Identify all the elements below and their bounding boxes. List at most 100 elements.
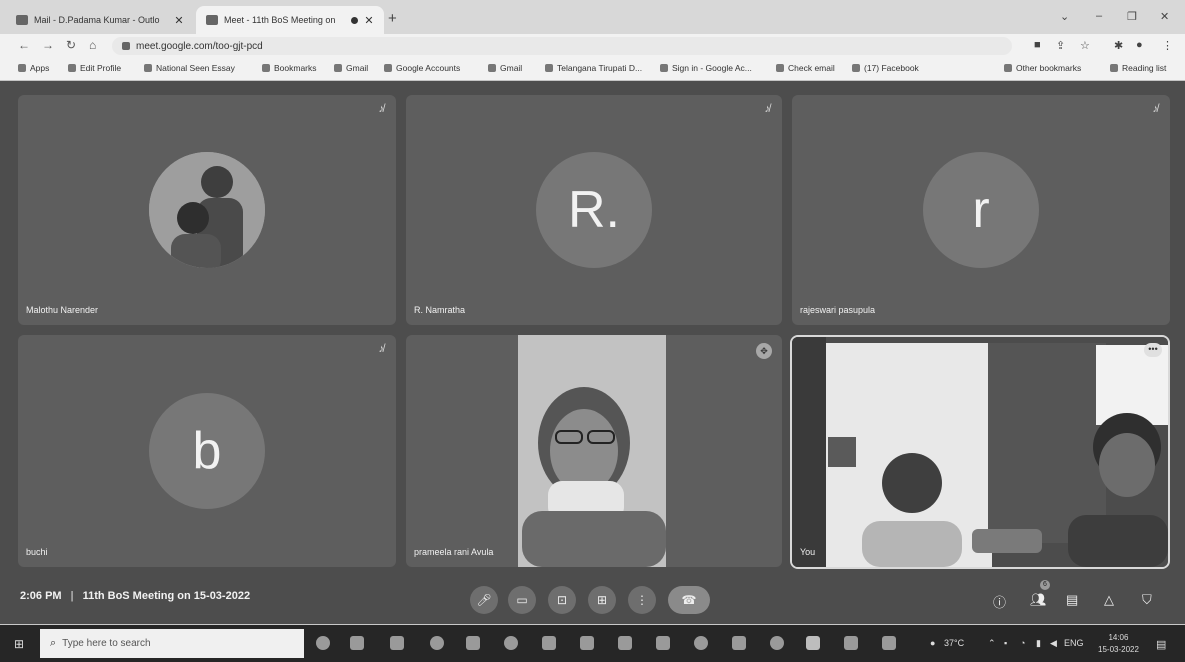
taskbar-app-icon[interactable]	[732, 636, 746, 650]
home-button[interactable]: ⌂	[89, 38, 96, 52]
chrome-icon[interactable]	[430, 636, 444, 650]
notifications-icon[interactable]: ▤	[1156, 638, 1166, 651]
star-icon	[262, 64, 270, 72]
camera-button[interactable]: ▭	[508, 586, 536, 614]
meet-icon	[206, 15, 218, 25]
gmail-icon	[488, 64, 496, 72]
tray-chevron-icon[interactable]: ⌃	[988, 638, 996, 649]
windows-start-icon[interactable]: ⊞	[14, 637, 24, 651]
clock-time: 14:06	[1108, 633, 1129, 642]
reload-button[interactable]: ↻	[66, 38, 76, 52]
language-indicator[interactable]: ENG	[1064, 638, 1084, 648]
browser-menu-icon[interactable]: ⋮	[1162, 39, 1173, 52]
cortana-icon[interactable]	[316, 636, 330, 650]
more-options-button[interactable]: ⋮	[628, 586, 656, 614]
weather-icon[interactable]: ●	[930, 638, 935, 648]
file-explorer-icon[interactable]	[580, 636, 594, 650]
activities-icon[interactable]: △	[1104, 592, 1114, 608]
share-icon[interactable]: ⇪	[1056, 39, 1065, 52]
volume-icon[interactable]: ◀	[1050, 638, 1057, 649]
active-app-icon[interactable]	[806, 636, 820, 650]
extensions-icon[interactable]: ✱	[1114, 39, 1123, 52]
mic-off-icon: ♪̸	[764, 103, 771, 115]
present-screen-button[interactable]: ⊞	[588, 586, 616, 614]
camera-in-use-icon[interactable]: ■	[1034, 39, 1041, 51]
leave-call-button[interactable]: ☎︎	[668, 586, 710, 614]
bookmark-item[interactable]: (17) Facebook	[852, 63, 919, 73]
tab-close-icon[interactable]: ✕	[362, 14, 376, 27]
people-count-badge: 6	[1040, 580, 1050, 590]
pin-icon[interactable]: ✥	[756, 343, 772, 359]
captions-button[interactable]: ⊡	[548, 586, 576, 614]
tray-app-icon[interactable]: ▪	[1004, 638, 1007, 648]
word-icon[interactable]	[882, 636, 896, 650]
meeting-separator: |	[70, 590, 74, 602]
browser-tab-strip: Mail - D.Padama Kumar - Outlo ✕ Meet - 1…	[0, 0, 1185, 34]
participant-tile[interactable]: r ♪̸ rajeswari pasupula	[792, 95, 1170, 325]
bookmark-item[interactable]: Gmail	[488, 63, 522, 73]
close-window-button[interactable]: ✕	[1160, 10, 1169, 23]
self-view-tile[interactable]: ••• You	[790, 335, 1170, 569]
address-bar[interactable]: meet.google.com/too-gjt-pcd	[112, 37, 1012, 55]
search-icon: ⌕	[50, 637, 57, 649]
new-tab-button[interactable]: +	[388, 10, 397, 27]
chat-icon[interactable]: ▤	[1066, 592, 1078, 608]
bookmark-favicon-icon	[68, 64, 76, 72]
bookmark-item[interactable]: Edit Profile	[68, 63, 121, 73]
tab-close-icon[interactable]: ✕	[172, 14, 186, 27]
bookmark-item[interactable]: Gmail	[334, 63, 368, 73]
tab-outlook-mail[interactable]: Mail - D.Padama Kumar - Outlo ✕	[6, 6, 194, 34]
back-button[interactable]: ←	[18, 38, 30, 52]
meeting-details-icon[interactable]: ⓘ	[993, 592, 1006, 611]
skype-icon[interactable]	[770, 636, 784, 650]
tab-google-meet[interactable]: Meet - 11th BoS Meeting on ✕	[196, 6, 384, 34]
battery-icon[interactable]: ▮	[1036, 638, 1041, 649]
host-controls-icon[interactable]: ⛉	[1142, 592, 1152, 608]
network-icon[interactable]: ◔	[1020, 638, 1025, 648]
bookmark-item[interactable]: Bookmarks	[262, 63, 317, 73]
screen: Mail - D.Padama Kumar - Outlo ✕ Meet - 1…	[0, 0, 1185, 662]
participant-tile[interactable]: b ♪̸ buchi	[18, 335, 396, 567]
mic-off-icon: ♪̸	[378, 103, 385, 115]
participant-tile[interactable]: R. ♪̸ R. Namratha	[406, 95, 782, 325]
taskbar-app-icon[interactable]	[542, 636, 556, 650]
participant-name: You	[800, 547, 816, 557]
bookmark-item[interactable]: Check email	[776, 63, 835, 73]
apps-grid-icon	[18, 64, 26, 72]
bookmark-apps[interactable]: Apps	[18, 63, 49, 73]
facebook-icon	[852, 64, 860, 72]
acrobat-icon[interactable]	[844, 636, 858, 650]
profile-icon[interactable]: ●	[1136, 39, 1143, 51]
taskbar-search-box[interactable]: ⌕ Type here to search	[40, 629, 304, 658]
bookmark-other[interactable]: Other bookmarks	[1004, 63, 1081, 73]
store-icon[interactable]	[618, 636, 632, 650]
edge-icon[interactable]	[504, 636, 518, 650]
minimize-button[interactable]: –	[1096, 10, 1102, 22]
task-view-icon[interactable]	[350, 636, 364, 650]
bookmark-item[interactable]: Telangana Tirupati D...	[545, 63, 642, 73]
taskbar-app-icon[interactable]	[656, 636, 670, 650]
participant-tile[interactable]: ✥ prameela rani Avula	[406, 335, 782, 567]
taskbar-clock[interactable]: 14:06 15-03-2022	[1098, 632, 1139, 656]
bookmarks-bar: Apps Edit Profile National Seen Essay Bo…	[0, 58, 1185, 81]
participant-initial-avatar: r	[923, 152, 1039, 268]
bookmark-item[interactable]: National Seen Essay	[144, 63, 235, 73]
more-options-icon[interactable]: •••	[1144, 343, 1162, 357]
bookmark-reading-list[interactable]: Reading list	[1110, 63, 1166, 73]
clock-date: 15-03-2022	[1098, 645, 1139, 654]
bookmark-favicon-icon	[545, 64, 553, 72]
people-icon[interactable]: 👥︎	[1030, 592, 1047, 608]
taskbar-app-icon[interactable]	[390, 636, 404, 650]
bookmark-item[interactable]: Sign in - Google Ac...	[660, 63, 752, 73]
search-placeholder: Type here to search	[62, 638, 151, 649]
bookmark-star-icon[interactable]: ☆	[1080, 39, 1090, 52]
forward-button[interactable]: →	[42, 38, 54, 52]
maximize-button[interactable]: ❐	[1127, 10, 1137, 23]
mail-icon[interactable]	[466, 636, 480, 650]
taskbar-app-icon[interactable]	[694, 636, 708, 650]
participant-tile[interactable]: ♪̸ Malothu Narender	[18, 95, 396, 325]
bookmark-item[interactable]: Google Accounts	[384, 63, 460, 73]
tab-search-icon[interactable]: ⌄	[1060, 10, 1069, 23]
weather-temp: 37°C	[944, 638, 965, 648]
microphone-button[interactable]: 🎤︎	[470, 586, 498, 614]
